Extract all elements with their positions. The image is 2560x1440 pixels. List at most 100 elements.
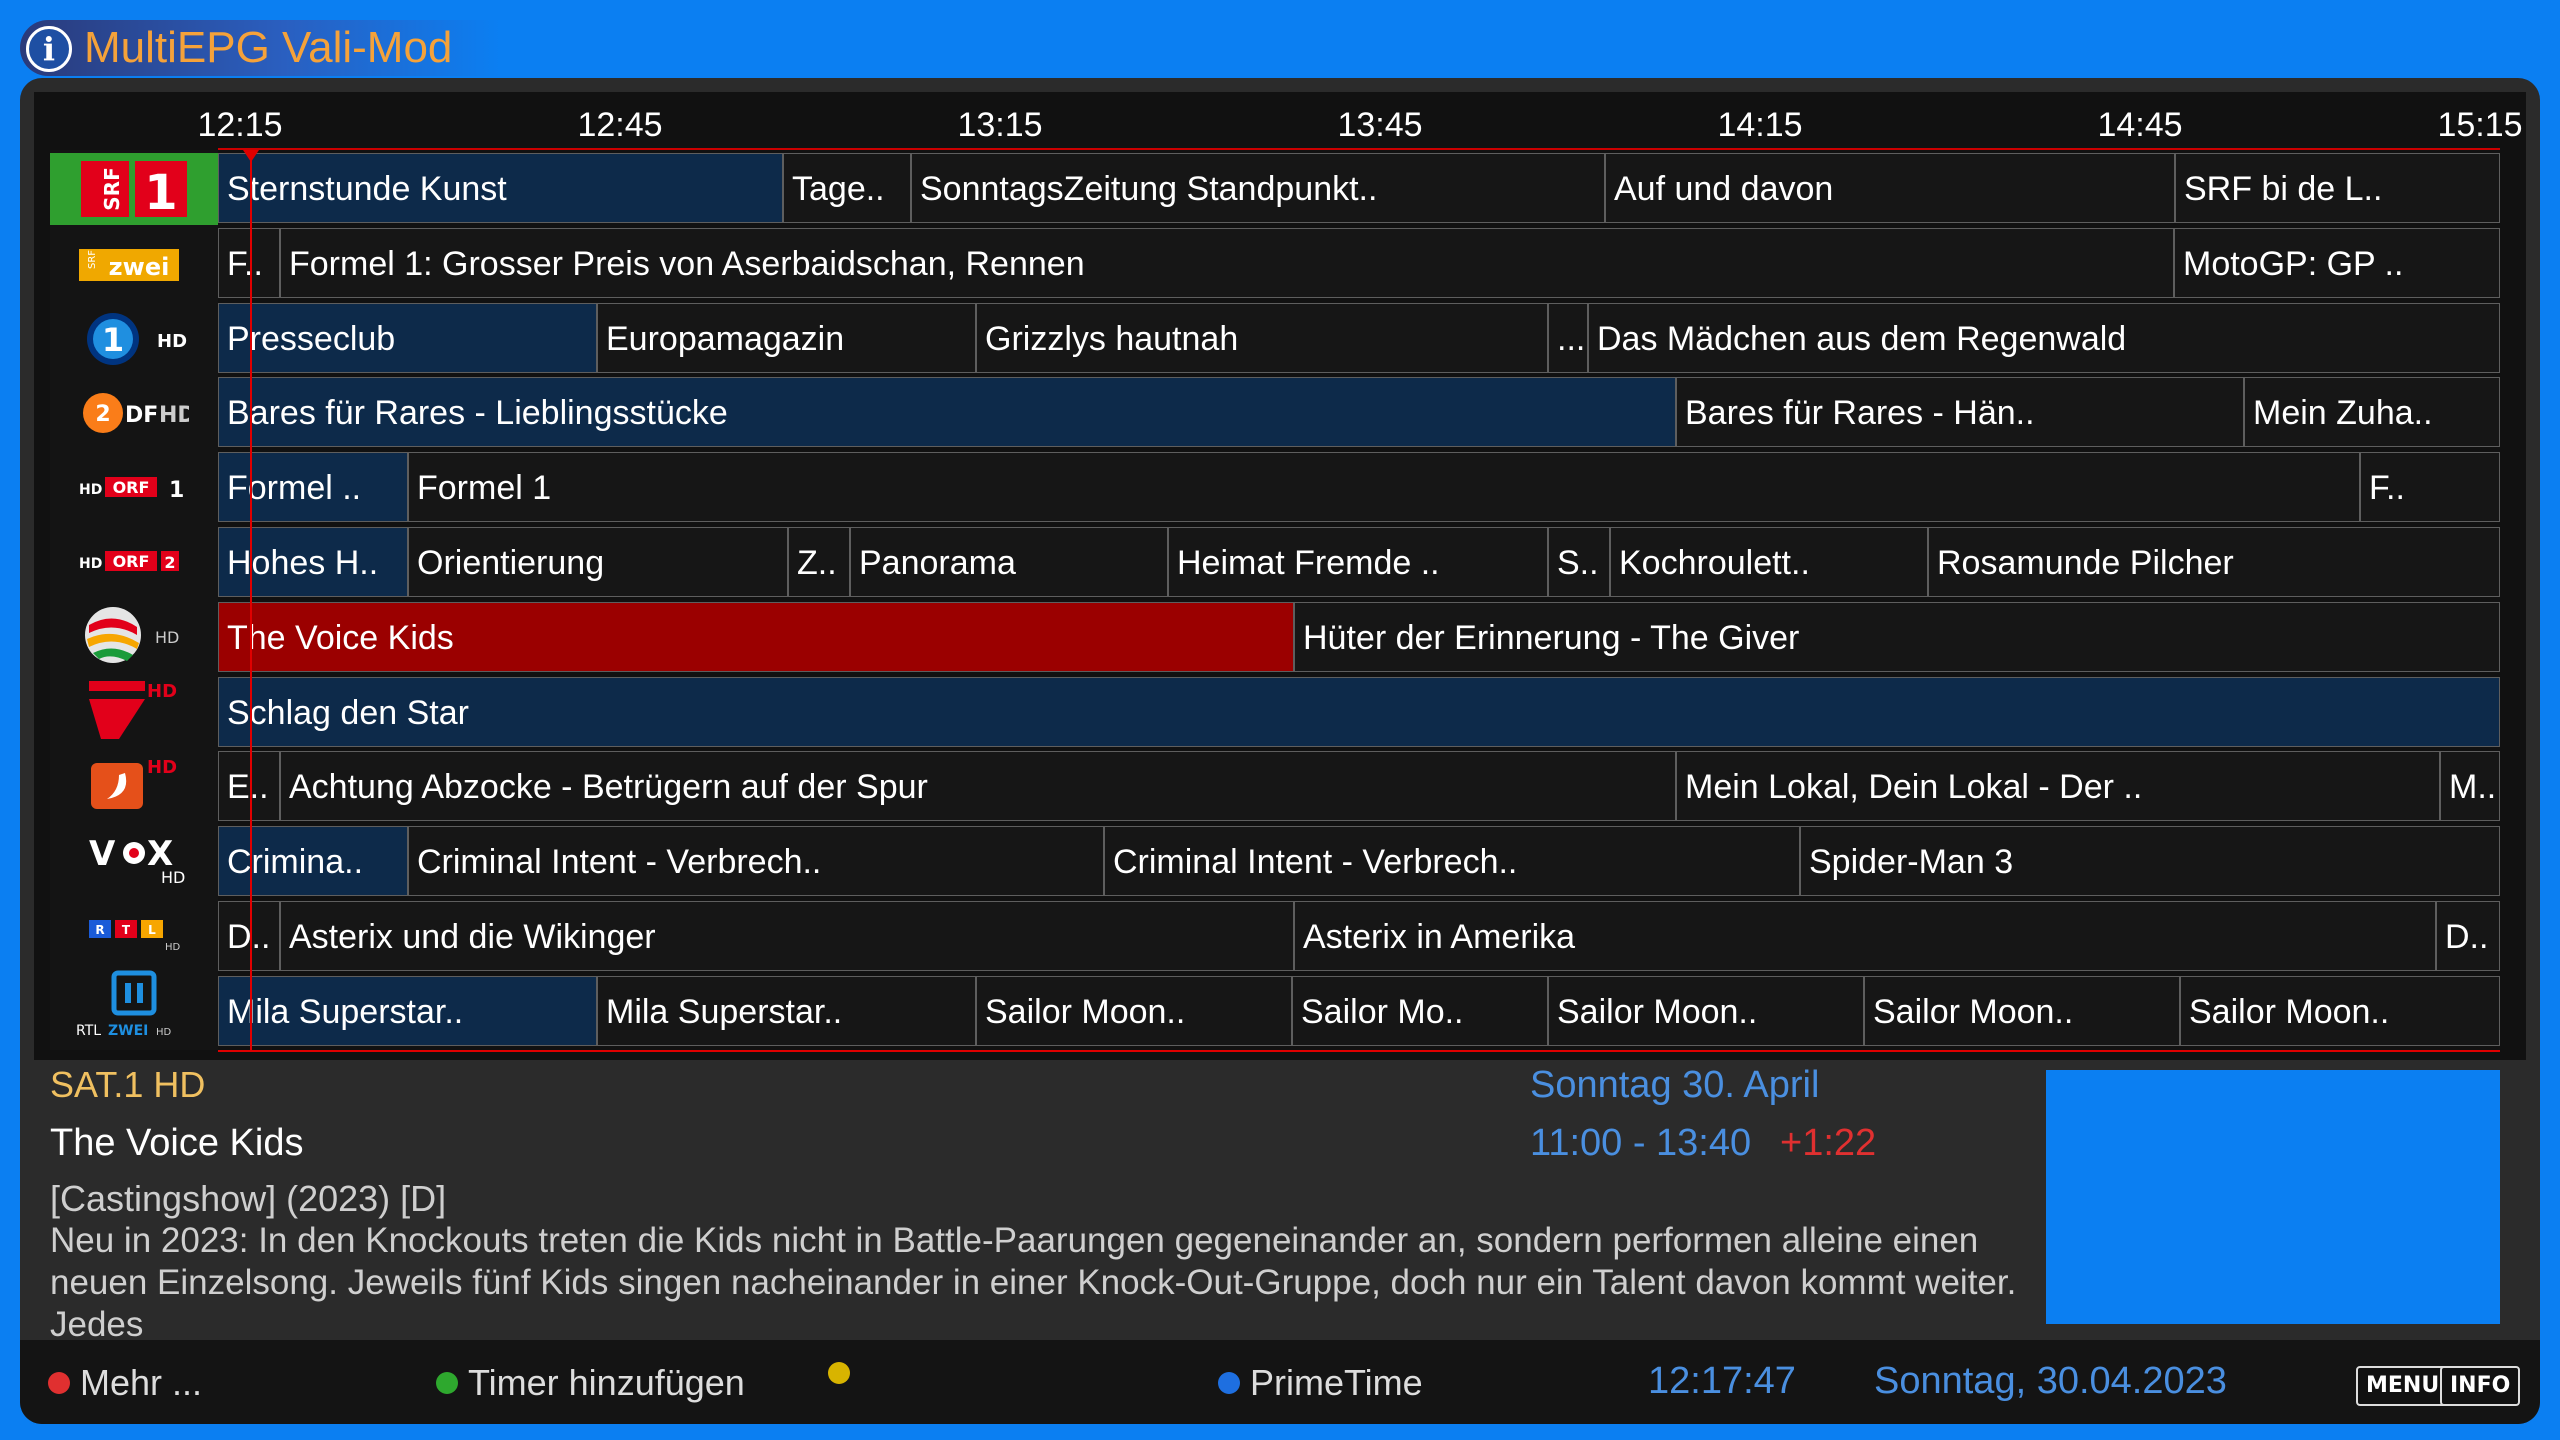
timeline-label: 13:15 (957, 106, 1043, 144)
programme-cell[interactable]: Grizzlys hautnah (976, 303, 1548, 373)
programme-cell[interactable]: Heimat Fremde .. (1168, 527, 1548, 597)
channel-logo-orf1[interactable]: HD ORF 1 (50, 451, 218, 523)
red-button-label: Mehr ... (80, 1362, 203, 1403)
programme-cell[interactable]: Sternstunde Kunst (218, 153, 783, 223)
programme-cell[interactable]: Sailor Mo.. (1292, 976, 1548, 1046)
programme-cell[interactable]: Mila Superstar.. (218, 976, 597, 1046)
svg-text:HD: HD (157, 331, 187, 352)
programme-cell[interactable]: Bares für Rares - Hän.. (1676, 377, 2244, 447)
svg-text:HD: HD (161, 868, 185, 887)
programme-cell[interactable]: Crimina.. (218, 826, 408, 896)
programme-cell[interactable]: Bares für Rares - Lieblingsstücke (218, 377, 1676, 447)
channel-logo-zdf[interactable]: DF HD 2 (50, 377, 218, 449)
programme-cell[interactable]: Criminal Intent - Verbrech.. (1104, 826, 1800, 896)
programme-cell[interactable]: Formel 1 (408, 452, 2360, 522)
programme-cell[interactable]: Das Mädchen aus dem Regenwald (1588, 303, 2500, 373)
programme-cell[interactable]: Orientierung (408, 527, 788, 597)
svg-text:1: 1 (102, 321, 124, 359)
programme-cell[interactable]: Criminal Intent - Verbrech.. (408, 826, 1104, 896)
programme-cell[interactable]: Kochroulett.. (1610, 527, 1928, 597)
channel-row: F.. Formel 1: Grosser Preis von Aserbaids… (218, 228, 2500, 300)
programme-cell[interactable]: Formel 1: Grosser Preis von Aserbaidscha… (280, 228, 2174, 298)
channel-logo-vox[interactable]: V X HD (50, 821, 218, 893)
info-genre: [Castingshow] (2023) [D] (50, 1178, 447, 1219)
svg-text:HD: HD (79, 556, 102, 572)
programme-cell[interactable]: Auf und davon (1605, 153, 2175, 223)
programme-cell[interactable]: F.. (2360, 452, 2500, 522)
yellow-button[interactable] (828, 1362, 860, 1384)
programme-cell[interactable]: Sailor Moon.. (976, 976, 1292, 1046)
blue-button-primetime[interactable]: PrimeTime (1218, 1362, 1423, 1404)
svg-text:HD: HD (159, 403, 189, 428)
programme-cell[interactable]: Sailor Moon.. (1548, 976, 1864, 1046)
programme-cell[interactable]: Achtung Abzocke - Betrügern auf der Spur (280, 751, 1676, 821)
channel-logo-orf2[interactable]: HD ORF 2 (50, 525, 218, 597)
programme-cell[interactable]: Schlag den Star (218, 677, 2500, 747)
green-button-label: Timer hinzufügen (468, 1362, 745, 1403)
svg-text:HD: HD (156, 1027, 172, 1038)
info-remaining-time: +1:22 (1780, 1122, 1877, 1164)
programme-cell[interactable]: E.. (218, 751, 280, 821)
timeline-label: 14:15 (1717, 106, 1803, 144)
programme-cell[interactable]: Spider-Man 3 (1800, 826, 2500, 896)
blue-dot-icon (1218, 1372, 1240, 1394)
current-time-line (250, 150, 252, 1050)
info-key-button[interactable]: INFO (2440, 1366, 2521, 1406)
red-button-more[interactable]: Mehr ... (48, 1362, 202, 1404)
programme-cell[interactable]: Sailor Moon.. (2180, 976, 2500, 1046)
svg-text:SRF: SRF (87, 250, 98, 269)
channel-logo-srf1[interactable]: SRF 1 (50, 153, 218, 225)
svg-text:T: T (122, 923, 131, 937)
channel-logo-rtl[interactable]: R T L HD (50, 895, 218, 967)
programme-cell[interactable]: Sailor Moon.. (1864, 976, 2180, 1046)
programme-cell[interactable]: Asterix in Amerika (1294, 901, 2436, 971)
svg-text:HD: HD (79, 482, 102, 498)
programme-cell[interactable]: Hüter der Erinnerung - The Giver (1294, 602, 2500, 672)
programme-cell[interactable]: MotoGP: GP .. (2174, 228, 2500, 298)
clock: 12:17:47 (1648, 1360, 1796, 1402)
channel-logo-sat1[interactable]: HD (50, 599, 218, 671)
channel-logo-srfzwei[interactable]: SRF zwei (50, 229, 218, 301)
channel-row: Hohes H.. Orientierung Z.. Panorama Heimat F… (218, 527, 2500, 599)
green-button-add-timer[interactable]: Timer hinzufügen (436, 1362, 745, 1404)
channel-logo-pro7[interactable]: HD (50, 673, 218, 745)
grid-top-line (218, 148, 2500, 150)
programme-cell[interactable]: Tage.. (783, 153, 911, 223)
programme-cell[interactable]: Presseclub (218, 303, 597, 373)
grid-bottom-line (218, 1050, 2500, 1052)
programme-cell[interactable]: D.. (2436, 901, 2500, 971)
channel-row: E.. Achtung Abzocke - Betrügern auf der S… (218, 751, 2500, 823)
svg-text:2: 2 (164, 553, 175, 572)
channel-row: Crimina.. Criminal Intent - Verbrech.. Cri… (218, 826, 2500, 898)
programme-cell[interactable]: Panorama (850, 527, 1168, 597)
programme-cell[interactable]: S.. (1548, 527, 1610, 597)
programme-cell[interactable]: Asterix und die Wikinger (280, 901, 1294, 971)
programme-cell[interactable]: Z.. (788, 527, 850, 597)
programme-cell[interactable]: Rosamunde Pilcher (1928, 527, 2500, 597)
channel-row: The Voice Kids Hüter der Erinnerung - The… (218, 602, 2500, 674)
programme-cell[interactable]: M.. (2440, 751, 2500, 821)
programme-cell[interactable]: Hohes H.. (218, 527, 408, 597)
channel-logo-ard[interactable]: 1 HD (50, 303, 218, 375)
svg-text:HD: HD (147, 757, 177, 778)
channel-row: Schlag den Star (218, 677, 2500, 749)
programme-cell-selected[interactable]: The Voice Kids (218, 602, 1294, 672)
yellow-dot-icon (828, 1362, 850, 1384)
channel-logo-rtlzwei[interactable]: RTL ZWEI HD (50, 969, 218, 1041)
programme-cell[interactable]: Formel .. (218, 452, 408, 522)
info-programme-title: The Voice Kids (50, 1122, 304, 1164)
svg-text:zwei: zwei (109, 253, 170, 281)
programme-cell[interactable]: SRF bi de L.. (2175, 153, 2500, 223)
svg-text:HD: HD (155, 628, 179, 647)
programme-cell[interactable]: Mein Zuha.. (2244, 377, 2500, 447)
programme-cell[interactable]: Mila Superstar.. (597, 976, 976, 1046)
programme-cell[interactable]: Europamagazin (597, 303, 976, 373)
programme-cell[interactable]: D.. (218, 901, 280, 971)
menu-key-button[interactable]: MENU (2356, 1366, 2450, 1406)
svg-text:SRF: SRF (100, 167, 124, 210)
programme-cell[interactable]: ... (1548, 303, 1588, 373)
programme-cell[interactable]: F.. (218, 228, 280, 298)
channel-logo-kabeleins[interactable]: HD (50, 747, 218, 819)
programme-cell[interactable]: SonntagsZeitung Standpunkt.. (911, 153, 1605, 223)
programme-cell[interactable]: Mein Lokal, Dein Lokal - Der .. (1676, 751, 2440, 821)
